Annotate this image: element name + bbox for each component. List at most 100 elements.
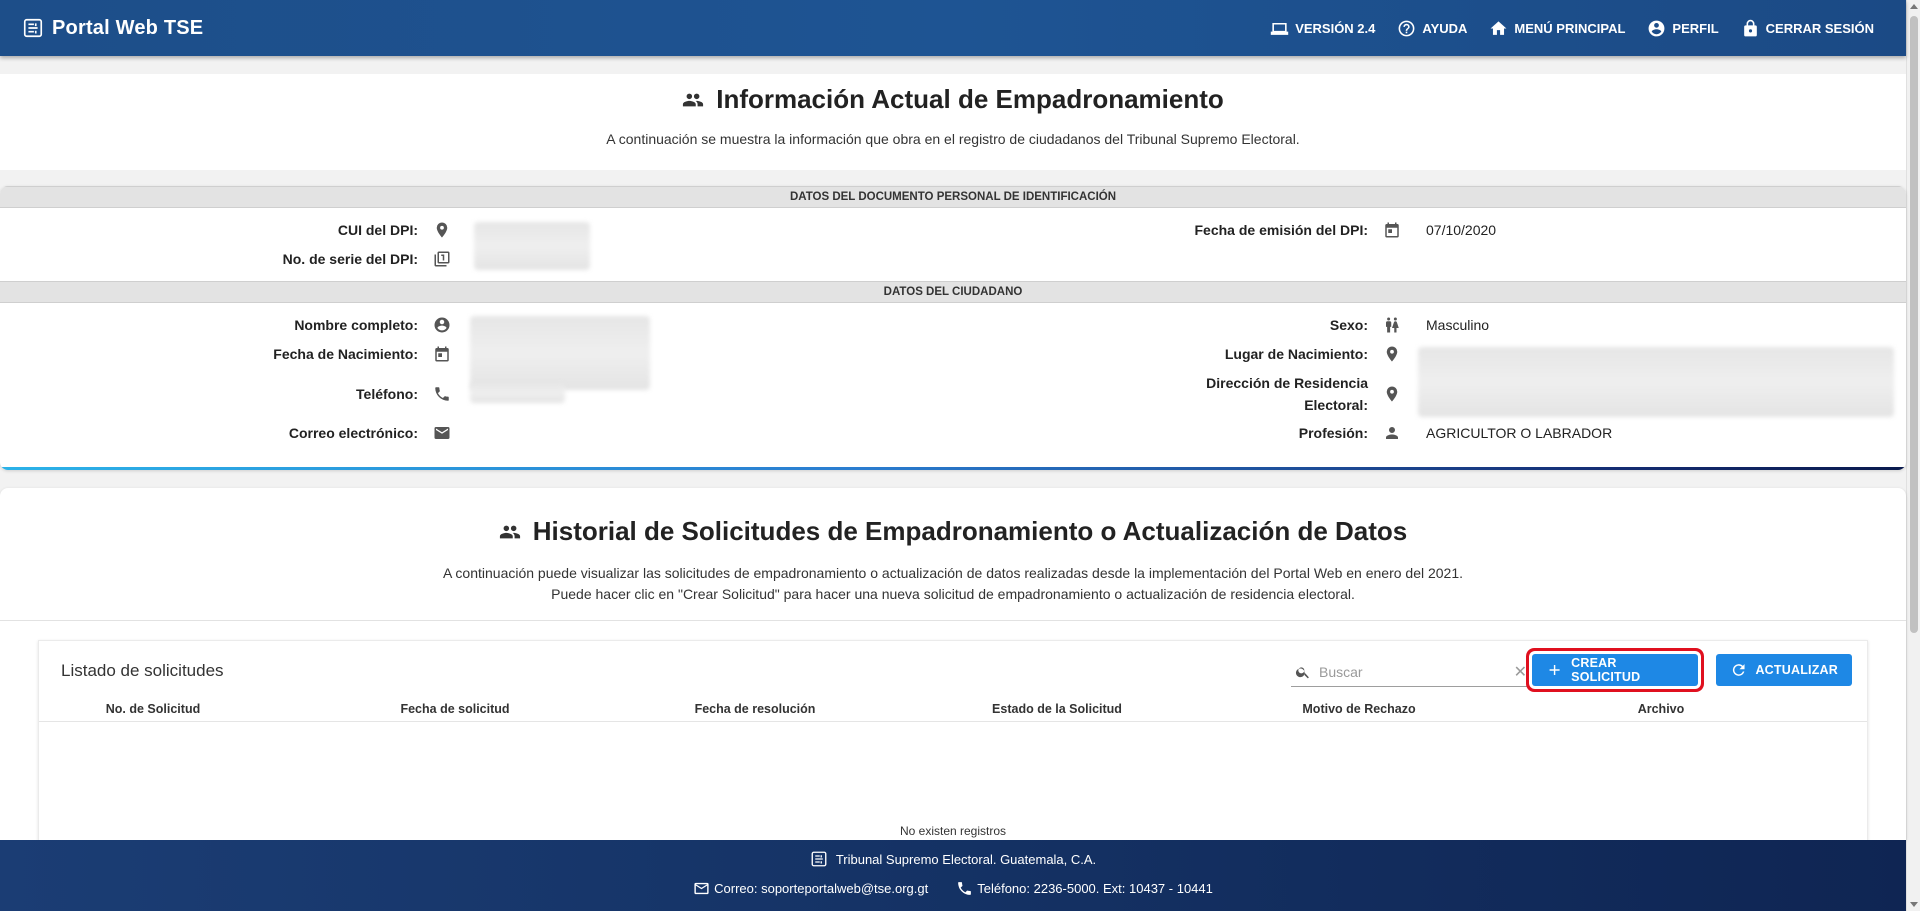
nacimiento-label: Fecha de Nacimiento: [273, 346, 418, 362]
correo-row: Correo electrónico: [170, 423, 452, 443]
footer-email-text: Correo: soporteportalweb@tse.org.gt [714, 881, 929, 896]
account-circle-icon [432, 315, 452, 335]
direccion-label-line2: Electoral: [1304, 397, 1368, 413]
historial-panel: Historial de Solicitudes de Empadronamie… [0, 488, 1906, 850]
footer-phone[interactable]: Teléfono: 2236-5000. Ext: 10437 - 10441 [956, 880, 1213, 897]
search-field[interactable]: ✕ [1291, 657, 1531, 687]
nombre-row: Nombre completo: [170, 315, 452, 335]
sexo-label: Sexo: [1329, 317, 1368, 333]
serie-row: No. de serie del DPI: [170, 249, 452, 269]
tse-logo-icon [23, 18, 43, 38]
section-divider [0, 620, 1906, 621]
nav-profile[interactable]: PERFIL [1647, 19, 1719, 38]
info-title: Información Actual de Empadronamiento [0, 74, 1906, 115]
calendar-icon [432, 344, 452, 364]
list-title: Listado de solicitudes [61, 661, 224, 680]
plus-icon [1549, 664, 1560, 676]
lugar-row: Lugar de Nacimiento: [1120, 344, 1402, 364]
historial-desc-line1: A continuación puede visualizar las soli… [442, 565, 1464, 581]
scroll-down-arrow-icon[interactable] [1910, 902, 1918, 907]
app-title: Portal Web TSE [52, 16, 204, 39]
table-header: No. de Solicitud Fecha de solicitud Fech… [39, 696, 1867, 722]
emision-label: Fecha de emisión del DPI: [1194, 222, 1369, 238]
page-scrollbar[interactable] [1906, 0, 1920, 911]
footer-email[interactable]: Correo: soporteportalweb@tse.org.gt [693, 880, 928, 897]
nav-version[interactable]: VERSIÓN 2.4 [1270, 19, 1375, 38]
nombre-label: Nombre completo: [294, 317, 418, 333]
historial-title: Historial de Solicitudes de Empadronamie… [0, 516, 1906, 547]
nav-help-label: AYUDA [1422, 20, 1468, 36]
person-icon [1382, 423, 1402, 443]
scroll-up-arrow-icon[interactable] [1910, 4, 1918, 9]
col-motivo-rechazo[interactable]: Motivo de Rechazo [1209, 702, 1509, 716]
historial-description: A continuación puede visualizar las soli… [0, 563, 1906, 605]
cui-label: CUI del DPI: [337, 222, 418, 238]
col-fecha-resolucion[interactable]: Fecha de resolución [605, 702, 905, 716]
footer-phone-text: Teléfono: 2236-5000. Ext: 10437 - 10441 [977, 881, 1213, 896]
cui-serie-redacted [474, 222, 590, 270]
footer-org-text: Tribunal Supremo Electoral. Guatemala, C… [835, 851, 1097, 867]
footer-contact: Correo: soporteportalweb@tse.org.gt Telé… [0, 880, 1906, 897]
correo-label: Correo electrónico: [288, 425, 418, 441]
email-icon [432, 423, 452, 443]
telefono-redacted [470, 383, 565, 403]
lock-icon [1743, 19, 1757, 36]
direccion-row: Dirección de Residencia Electoral: [1120, 372, 1402, 416]
home-icon [1491, 20, 1507, 35]
col-estado[interactable]: Estado de la Solicitud [907, 702, 1207, 716]
top-nav: VERSIÓN 2.4 AYUDA MENÚ PRINCIPAL PERFIL … [1248, 19, 1874, 38]
emision-row: Fecha de emisión del DPI: 07/10/2020 [1120, 220, 1497, 240]
info-subtitle: A continuación se muestra la información… [606, 131, 1300, 147]
scroll-thumb[interactable] [1910, 16, 1918, 633]
sexo-row: Sexo: Masculino [1120, 315, 1489, 335]
search-input[interactable] [1319, 663, 1499, 680]
telefono-label: Teléfono: [356, 386, 418, 402]
nav-main-menu-label: MENÚ PRINCIPAL [1514, 20, 1626, 36]
nombre-fecha-redacted [470, 316, 650, 390]
lugar-label: Lugar de Nacimiento: [1224, 346, 1368, 362]
nacimiento-row: Fecha de Nacimiento: [170, 344, 452, 364]
location-icon [432, 220, 452, 240]
wc-icon [1382, 315, 1402, 335]
nav-help[interactable]: AYUDA [1397, 19, 1467, 38]
crear-solicitud-button[interactable]: CREAR SOLICITUD [1532, 654, 1698, 686]
emision-value: 07/10/2020 [1426, 222, 1497, 238]
serie-label: No. de serie del DPI: [282, 251, 418, 267]
info-card: DATOS DEL DOCUMENTO PERSONAL DE IDENTIFI… [0, 186, 1906, 470]
laptop-icon [1270, 22, 1289, 35]
email-outline-icon [694, 882, 709, 895]
cui-row: CUI del DPI: [170, 220, 452, 240]
phone-icon [432, 384, 452, 404]
nav-main-menu[interactable]: MENÚ PRINCIPAL [1489, 19, 1625, 38]
info-header-panel: Información Actual de Empadronamiento A … [0, 74, 1906, 170]
phone-icon [958, 882, 972, 895]
ciudadano-section-header: DATOS DEL CIUDADANO [0, 281, 1906, 303]
dpi-section-header: DATOS DEL DOCUMENTO PERSONAL DE IDENTIFI… [0, 186, 1906, 208]
empty-table-message: No existen registros [899, 824, 1007, 838]
footer-org: Tribunal Supremo Electoral. Guatemala, C… [0, 850, 1906, 868]
footer: Tribunal Supremo Electoral. Guatemala, C… [0, 840, 1906, 911]
historial-desc-line2: Puede hacer clic en "Crear Solicitud" pa… [551, 586, 1355, 602]
col-fecha-solicitud[interactable]: Fecha de solicitud [305, 702, 605, 716]
actualizar-button[interactable]: ACTUALIZAR [1716, 654, 1852, 686]
nav-logout[interactable]: CERRAR SESIÓN [1741, 19, 1874, 38]
brand[interactable]: Portal Web TSE [22, 17, 203, 40]
direccion-label: Dirección de Residencia Electoral: [1120, 372, 1368, 416]
profesion-row: Profesión: AGRICULTOR O LABRADOR [1120, 423, 1612, 443]
people-icon [499, 525, 520, 538]
crear-solicitud-label: CREAR SOLICITUD [1571, 656, 1641, 684]
col-archivo[interactable]: Archivo [1511, 702, 1811, 716]
profesion-value: AGRICULTOR O LABRADOR [1426, 425, 1613, 441]
refresh-icon [1732, 664, 1745, 676]
info-title-text: Información Actual de Empadronamiento [716, 84, 1224, 114]
clear-icon[interactable]: ✕ [1514, 662, 1527, 682]
profesion-label: Profesión: [1298, 425, 1368, 441]
account-icon [1648, 20, 1665, 36]
nav-profile-label: PERFIL [1672, 20, 1719, 36]
col-no-solicitud[interactable]: No. de Solicitud [3, 702, 303, 716]
location-icon [1382, 384, 1402, 404]
nav-version-label: VERSIÓN 2.4 [1295, 20, 1376, 36]
calendar-icon [1382, 220, 1402, 240]
direccion-label-line1: Dirección de Residencia [1206, 375, 1368, 391]
app-bar: Portal Web TSE VERSIÓN 2.4 AYUDA MENÚ PR… [0, 0, 1906, 56]
